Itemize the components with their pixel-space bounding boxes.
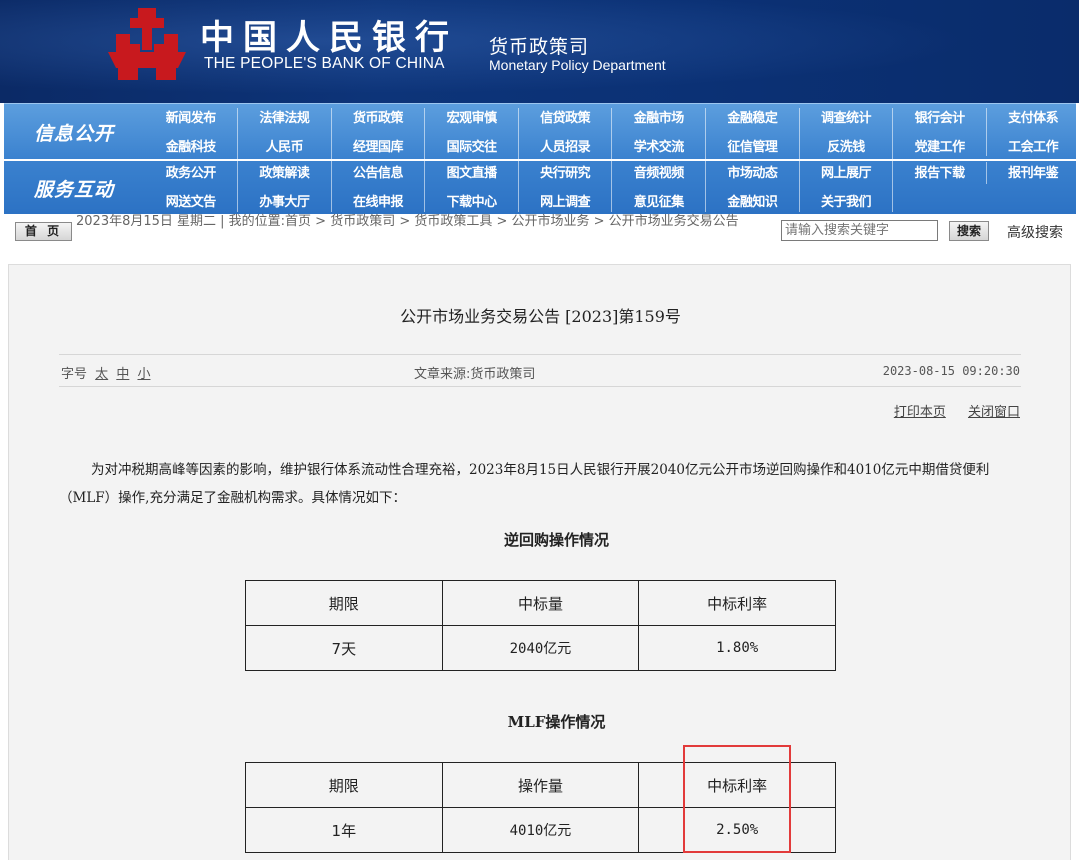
nav-item[interactable]: 图文直播 xyxy=(425,160,519,187)
nav-item[interactable]: 经理国库 xyxy=(331,134,425,161)
font-size-label: 字号 xyxy=(61,367,88,382)
table-cell: 1年 xyxy=(245,807,443,853)
home-button[interactable]: 首 页 xyxy=(15,222,72,241)
table-header-cell: 期限 xyxy=(245,762,443,808)
rate-highlight-box xyxy=(683,745,791,853)
pboc-emblem-icon[interactable] xyxy=(108,8,186,80)
nav-item[interactable]: 信贷政策 xyxy=(518,105,612,132)
advanced-search-link[interactable]: 高级搜索 xyxy=(1007,222,1063,242)
nav-item[interactable]: 法律法规 xyxy=(238,105,332,132)
site-header: 中国人民银行 THE PEOPLE'S BANK OF CHINA 货币政策司 … xyxy=(0,0,1079,103)
nav-item[interactable]: 报告下载 xyxy=(893,160,987,187)
table-header-cell: 期限 xyxy=(245,580,443,626)
nav-section-info: 信息公开 xyxy=(33,123,114,145)
print-page-link[interactable]: 打印本页 xyxy=(894,405,946,420)
nav-item[interactable]: 网上展厅 xyxy=(799,160,893,187)
bank-name-cn: 中国人民银行 xyxy=(200,18,458,58)
nav-item[interactable]: 政务公开 xyxy=(144,160,238,187)
nav-item[interactable]: 在线申报 xyxy=(331,189,425,216)
article-source: 文章来源:货币政策司 xyxy=(414,367,536,382)
table-header-cell: 中标量 xyxy=(441,580,640,626)
bank-name-en: THE PEOPLE'S BANK OF CHINA xyxy=(204,55,445,72)
nav-item[interactable]: 意见征集 xyxy=(612,189,706,216)
nav-section-service: 服务互动 xyxy=(33,179,114,201)
breadcrumb-bar: 首 页 2023年8月15日 星期二 | 我的位置:首页 > 货币政策司 > 货… xyxy=(4,214,1076,246)
nav-item[interactable]: 关于我们 xyxy=(799,189,893,216)
nav-item[interactable]: 支付体系 xyxy=(986,105,1079,132)
close-window-link[interactable]: 关闭窗口 xyxy=(968,405,1020,420)
nav-item[interactable]: 征信管理 xyxy=(706,134,800,161)
nav-item[interactable]: 反洗钱 xyxy=(799,134,893,161)
nav-item[interactable]: 人民币 xyxy=(238,134,332,161)
nav-separator xyxy=(4,159,1076,161)
reverse-repo-title: 逆回购操作情况 xyxy=(503,531,609,549)
table-cell: 4010亿元 xyxy=(441,807,640,853)
table-cell: 1.80% xyxy=(638,625,836,671)
nav-item[interactable]: 学术交流 xyxy=(612,134,706,161)
article-title: 公开市场业务交易公告 [2023]第159号 xyxy=(400,307,681,326)
department-name-en: Monetary Policy Department xyxy=(489,57,666,73)
nav-item[interactable]: 调查统计 xyxy=(799,105,893,132)
department-name-cn: 货币政策司 xyxy=(489,36,590,58)
table-header-cell: 操作量 xyxy=(441,762,640,808)
table-row: 7天 2040亿元 1.80% xyxy=(245,625,836,671)
nav-item[interactable]: 工会工作 xyxy=(986,134,1079,161)
table-header-cell: 中标利率 xyxy=(638,580,836,626)
nav-item[interactable]: 网上调查 xyxy=(518,189,612,216)
nav-item[interactable]: 市场动态 xyxy=(706,160,800,187)
article-paragraph: 为对冲税期高峰等因素的影响，维护银行体系流动性合理充裕，2023年8月15日人民… xyxy=(59,462,990,506)
font-size-medium[interactable]: 中 xyxy=(116,367,129,382)
nav-item[interactable]: 金融科技 xyxy=(144,134,238,161)
nav-item[interactable]: 网送文告 xyxy=(144,189,238,216)
nav-item[interactable]: 宏观审慎 xyxy=(425,105,519,132)
nav-item[interactable]: 新闻发布 xyxy=(144,105,238,132)
search-button[interactable]: 搜索 xyxy=(949,221,989,241)
nav-item[interactable]: 下载中心 xyxy=(425,189,519,216)
nav-divider xyxy=(986,162,987,184)
nav-item[interactable]: 银行会计 xyxy=(893,105,987,132)
table-cell: 7天 xyxy=(245,625,443,671)
nav-item[interactable]: 公告信息 xyxy=(331,160,425,187)
font-size-small[interactable]: 小 xyxy=(137,367,150,382)
divider xyxy=(59,354,1021,355)
table-cell: 2040亿元 xyxy=(441,625,640,671)
article-panel: 公开市场业务交易公告 [2023]第159号 字号 太 中 小 文章来源:货币政… xyxy=(8,264,1071,860)
breadcrumb: 2023年8月15日 星期二 | 我的位置:首页 > 货币政策司 > 货币政策工… xyxy=(76,214,739,229)
table-header-row: 期限 中标量 中标利率 xyxy=(245,580,836,626)
mlf-title: MLF操作情况 xyxy=(507,713,606,731)
nav-item[interactable]: 金融知识 xyxy=(706,189,800,216)
page-actions: 打印本页 关闭窗口 xyxy=(876,401,1020,420)
font-size-large[interactable]: 太 xyxy=(95,367,108,382)
nav-item[interactable]: 党建工作 xyxy=(893,134,987,161)
nav-item[interactable]: 货币政策 xyxy=(331,105,425,132)
article-datetime: 2023-08-15 09:20:30 xyxy=(882,364,1020,378)
nav-item[interactable]: 央行研究 xyxy=(518,160,612,187)
font-size-control: 字号 太 中 小 xyxy=(61,363,150,382)
nav-item[interactable]: 人员招录 xyxy=(518,134,612,161)
nav-item[interactable]: 国际交往 xyxy=(425,134,519,161)
nav-divider xyxy=(986,108,987,156)
nav-item[interactable]: 报刊年鉴 xyxy=(986,160,1079,187)
reverse-repo-table: 期限 中标量 中标利率 7天 2040亿元 1.80% xyxy=(245,580,836,671)
nav-item[interactable]: 金融稳定 xyxy=(706,105,800,132)
nav-item[interactable]: 金融市场 xyxy=(612,105,706,132)
nav-item[interactable]: 政策解读 xyxy=(238,160,332,187)
divider xyxy=(59,386,1021,387)
nav-item[interactable]: 音频视频 xyxy=(612,160,706,187)
search-input[interactable] xyxy=(781,220,938,241)
nav-item[interactable]: 办事大厅 xyxy=(238,189,332,216)
